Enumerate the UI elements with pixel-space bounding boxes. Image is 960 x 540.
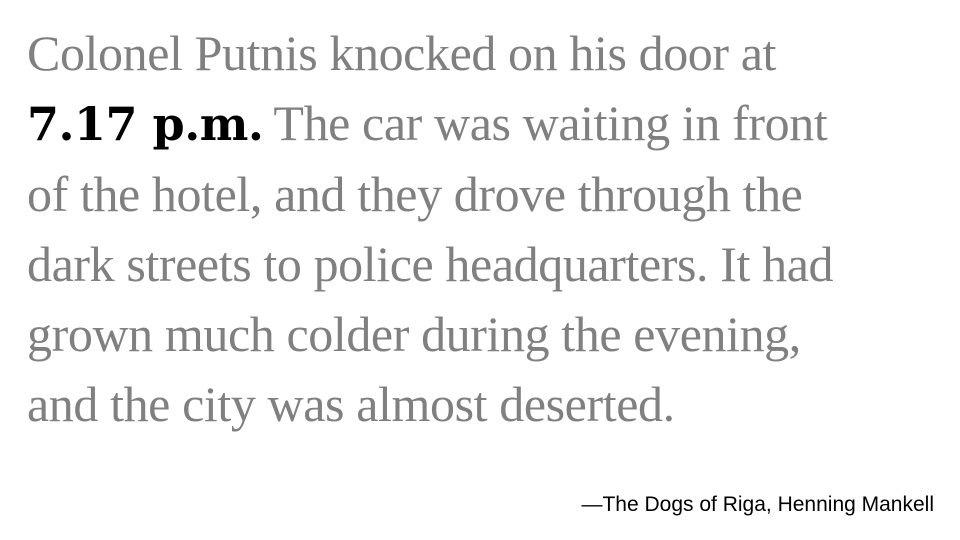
quote-line-2: 7.17 p.m. The car was waiting in front <box>27 88 937 159</box>
quote-line-2-rest: The car was waiting in front <box>273 95 828 151</box>
highlighted-time: 7.17 p.m. <box>27 97 264 151</box>
attribution: —The Dogs of Riga, Henning Mankell <box>581 493 934 516</box>
quote-line-6: and the city was almost deserted. <box>27 376 675 432</box>
quote-line-3: of the hotel, and they drove through the <box>27 166 803 222</box>
quote-text: Colonel Putnis knocked on his door at 7.… <box>27 18 937 439</box>
quote-line-5: grown much colder during the evening, <box>27 306 801 362</box>
quote-line-4: dark streets to police headquarters. It … <box>27 236 834 292</box>
quote-line-1: Colonel Putnis knocked on his door at <box>27 25 777 81</box>
